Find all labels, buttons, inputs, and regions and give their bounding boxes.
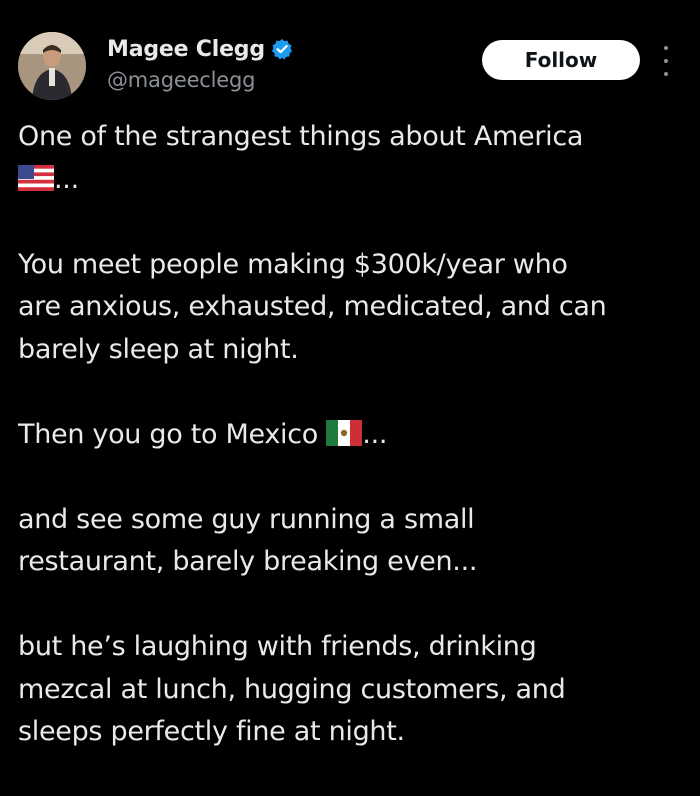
post-header: Magee Clegg @mageeclegg Follow [0, 0, 700, 110]
post-line: sleeps perfectly fine at night. [18, 716, 405, 747]
post-line: barely sleep at night. [18, 333, 299, 365]
post-line: mezcal at lunch, hugging customers, and [18, 673, 566, 705]
post-paragraph-3: Then you go to Mexico ... [18, 414, 688, 457]
post-line: restaurant, barely breaking even... [18, 546, 478, 577]
post-line: One of the strangest things about Americ… [18, 121, 584, 152]
author-avatar[interactable] [18, 32, 86, 100]
post-paragraph-5: but he’s laughing with friends, drinking… [18, 626, 688, 754]
follow-button[interactable]: Follow [482, 40, 640, 80]
post-card: Magee Clegg @mageeclegg Follow One of th… [0, 0, 700, 789]
post-paragraph-2: You meet people making $300k/year who ar… [18, 244, 688, 372]
post-line-with-flag: ... [18, 159, 688, 202]
author-display-name[interactable]: Magee Clegg [107, 37, 265, 62]
post-text-ellipsis: ... [54, 163, 79, 195]
more-vertical-icon[interactable] [658, 46, 674, 76]
post-text: One of the strangest things about Americ… [18, 116, 688, 796]
post-line: are anxious, exhausted, medicated, and c… [18, 291, 607, 322]
author-name-row: Magee Clegg [107, 34, 293, 64]
avatar-image [18, 32, 86, 100]
verified-badge-icon [271, 38, 293, 60]
author-handle[interactable]: @mageeclegg [107, 68, 293, 92]
post-line: and see some guy running a small [18, 503, 475, 535]
mexico-flag-icon [326, 419, 363, 446]
post-line: You meet people making $300k/year who [18, 248, 568, 280]
post-text-ellipsis: ... [362, 418, 388, 450]
post-line: but he’s laughing with friends, drinking [18, 631, 537, 662]
post-paragraph-4: and see some guy running a small restaur… [18, 499, 688, 584]
post-line-with-flag: Then you go to Mexico ... [18, 414, 688, 457]
us-flag-icon [18, 164, 54, 191]
author-names: Magee Clegg @mageeclegg [107, 34, 293, 92]
post-paragraph-1: One of the strangest things about Americ… [18, 116, 688, 201]
post-text-fragment: Then you go to Mexico [18, 418, 327, 450]
